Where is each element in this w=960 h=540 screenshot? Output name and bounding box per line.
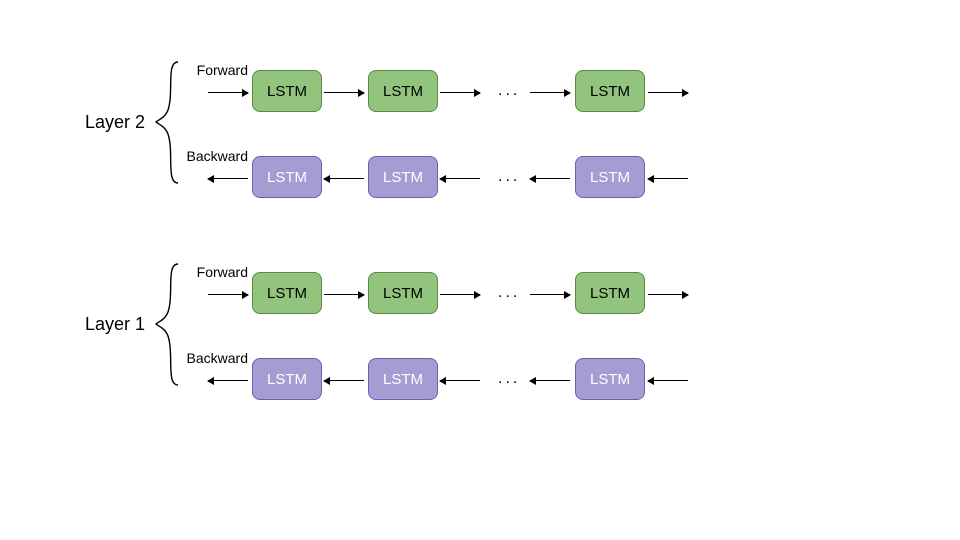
- arrow-right-icon: [440, 294, 480, 295]
- arrow-right-icon: [208, 92, 248, 93]
- lstm-cell-forward: LSTM: [252, 70, 322, 112]
- arrow-left-icon: [530, 178, 570, 179]
- arrow-right-icon: [440, 92, 480, 93]
- lstm-cell-backward: LSTM: [252, 156, 322, 198]
- lstm-cell-backward: LSTM: [575, 358, 645, 400]
- arrow-right-icon: [648, 92, 688, 93]
- arrow-right-icon: [324, 294, 364, 295]
- lstm-cell-forward: LSTM: [575, 70, 645, 112]
- ellipsis-icon: ...: [498, 168, 520, 186]
- arrow-right-icon: [208, 294, 248, 295]
- arrow-left-icon: [648, 380, 688, 381]
- arrow-right-icon: [530, 294, 570, 295]
- lstm-cell-forward: LSTM: [368, 272, 438, 314]
- arrow-left-icon: [440, 380, 480, 381]
- lstm-cell-backward: LSTM: [575, 156, 645, 198]
- layer-2-brace: [154, 60, 180, 185]
- arrow-right-icon: [530, 92, 570, 93]
- layer-1-brace: [154, 262, 180, 387]
- lstm-cell-forward: LSTM: [575, 272, 645, 314]
- arrow-left-icon: [648, 178, 688, 179]
- lstm-cell-forward: LSTM: [368, 70, 438, 112]
- lstm-cell-backward: LSTM: [368, 358, 438, 400]
- ellipsis-icon: ...: [498, 370, 520, 388]
- arrow-left-icon: [324, 178, 364, 179]
- layer-2-label: Layer 2: [85, 112, 145, 133]
- layer-1-backward-label: Backward: [178, 350, 248, 366]
- ellipsis-icon: ...: [498, 284, 520, 302]
- layer-2-backward-label: Backward: [178, 148, 248, 164]
- arrow-left-icon: [208, 178, 248, 179]
- lstm-cell-backward: LSTM: [252, 358, 322, 400]
- lstm-cell-forward: LSTM: [252, 272, 322, 314]
- layer-2-forward-label: Forward: [178, 62, 248, 78]
- arrow-right-icon: [324, 92, 364, 93]
- layer-1-label: Layer 1: [85, 314, 145, 335]
- lstm-cell-backward: LSTM: [368, 156, 438, 198]
- arrow-left-icon: [530, 380, 570, 381]
- arrow-left-icon: [208, 380, 248, 381]
- arrow-left-icon: [440, 178, 480, 179]
- ellipsis-icon: ...: [498, 82, 520, 100]
- layer-1-forward-label: Forward: [178, 264, 248, 280]
- arrow-right-icon: [648, 294, 688, 295]
- arrow-left-icon: [324, 380, 364, 381]
